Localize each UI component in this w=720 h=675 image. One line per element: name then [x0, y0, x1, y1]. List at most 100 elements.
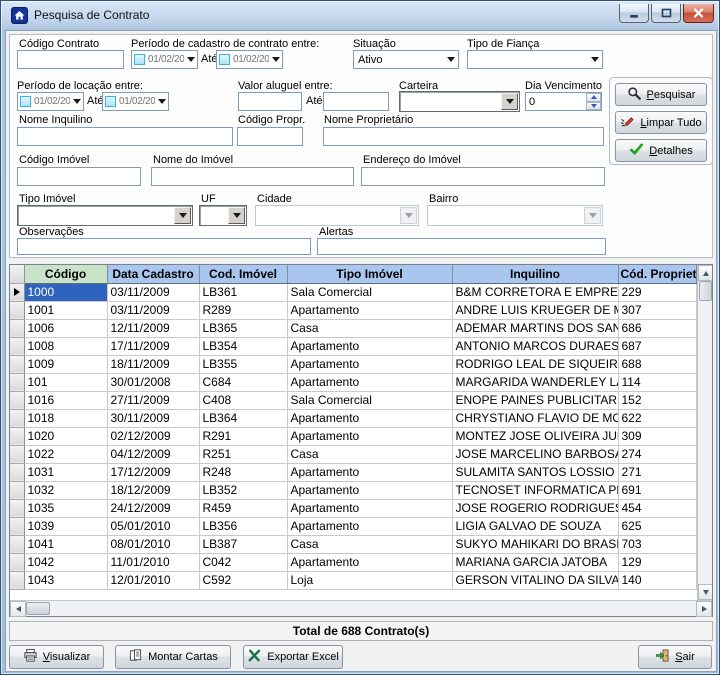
dia-vencimento-input[interactable] — [526, 93, 586, 110]
grid-cell[interactable]: C592 — [199, 571, 287, 589]
table-row[interactable]: 10130/01/2008C684ApartamentoMARGARIDA WA… — [10, 373, 696, 391]
chevron-down-icon[interactable] — [443, 51, 458, 68]
table-row[interactable]: 102002/12/2009R291ApartamentoMONTEZ JOSE… — [10, 427, 696, 445]
grid-cell[interactable]: R291 — [199, 427, 287, 445]
title-bar[interactable]: Pesquisa de Contrato — [1, 1, 719, 30]
grid-cell[interactable]: Apartamento — [287, 355, 452, 373]
maximize-button[interactable] — [651, 4, 681, 23]
grid-cell[interactable]: 04/12/2009 — [107, 445, 199, 463]
grid-cell[interactable]: TECNOSET INFORMATICA PR — [452, 481, 618, 499]
grid-cell[interactable]: Casa — [287, 319, 452, 337]
detalhes-button[interactable]: Detalhes — [615, 139, 707, 162]
grid-cell[interactable]: ADEMAR MARTINS DOS SANT — [452, 319, 618, 337]
grid-cell[interactable]: ANDRE LUIS KRUEGER DE M — [452, 301, 618, 319]
date-checkbox[interactable] — [20, 96, 31, 107]
date-checkbox[interactable] — [219, 54, 230, 65]
grid-cell[interactable]: Loja — [287, 571, 452, 589]
codigo-propr-input[interactable] — [237, 127, 303, 146]
row-indicator[interactable] — [10, 499, 24, 517]
grid-cell[interactable]: 1006 — [24, 319, 107, 337]
limpar-tudo-button[interactable]: Limpar Tudo — [615, 111, 707, 134]
table-row[interactable]: 103905/01/2010LB356ApartamentoLIGIA GALV… — [10, 517, 696, 535]
grid-cell[interactable]: Sala Comercial — [287, 283, 452, 301]
table-row[interactable]: 100103/11/2009R289ApartamentoANDRE LUIS … — [10, 301, 696, 319]
row-indicator[interactable] — [10, 391, 24, 409]
table-row[interactable]: 100918/11/2009LB355ApartamentoRODRIGO LE… — [10, 355, 696, 373]
scroll-down-button[interactable] — [698, 584, 713, 600]
grid-cell[interactable]: Apartamento — [287, 517, 452, 535]
row-indicator[interactable] — [10, 319, 24, 337]
grid-cell[interactable]: 1000 — [24, 283, 107, 301]
grid-cell[interactable]: 02/12/2009 — [107, 427, 199, 445]
grid-cell[interactable]: MARGARIDA WANDERLEY LA — [452, 373, 618, 391]
sair-button[interactable]: Sair — [638, 645, 712, 669]
table-row[interactable]: 102204/12/2009R251CasaJOSE MARCELINO BAR… — [10, 445, 696, 463]
grid-cell[interactable]: SUKYO MAHIKARI DO BRASIL — [452, 535, 618, 553]
grid-cell[interactable]: LB361 — [199, 283, 287, 301]
grid-cell[interactable]: 1031 — [24, 463, 107, 481]
row-indicator[interactable] — [10, 463, 24, 481]
grid-cell[interactable]: R459 — [199, 499, 287, 517]
grid-column-header[interactable]: Tipo Imóvel — [287, 265, 452, 283]
row-indicator[interactable] — [10, 553, 24, 571]
chevron-down-icon[interactable] — [174, 207, 191, 224]
grid-cell[interactable]: 27/11/2009 — [107, 391, 199, 409]
grid-column-header[interactable]: Data Cadastro — [107, 265, 199, 283]
date-checkbox[interactable] — [134, 54, 145, 65]
row-indicator[interactable] — [10, 373, 24, 391]
observacoes-input[interactable] — [17, 238, 311, 255]
grid-cell[interactable]: Apartamento — [287, 301, 452, 319]
grid-cell[interactable]: R248 — [199, 463, 287, 481]
spin-up-button[interactable] — [586, 93, 601, 102]
row-indicator[interactable] — [10, 535, 24, 553]
grid-cell[interactable]: CHRYSTIANO FLAVIO DE MO — [452, 409, 618, 427]
row-indicator[interactable] — [10, 481, 24, 499]
periodo-cadastro-to-picker[interactable]: 01/02/2013 — [216, 50, 283, 69]
grid-cell[interactable]: 274 — [618, 445, 696, 463]
grid-cell[interactable]: JOSE MARCELINO BARBOSA — [452, 445, 618, 463]
grid-cell[interactable]: 1008 — [24, 337, 107, 355]
grid-cell[interactable]: 686 — [618, 319, 696, 337]
row-indicator[interactable] — [10, 283, 24, 301]
grid-cell[interactable]: 03/11/2009 — [107, 283, 199, 301]
grid-cell[interactable]: 12/11/2009 — [107, 319, 199, 337]
row-indicator[interactable] — [10, 571, 24, 589]
grid-cell[interactable]: 1042 — [24, 553, 107, 571]
grid-cell[interactable]: 101 — [24, 373, 107, 391]
grid-cell[interactable]: 114 — [618, 373, 696, 391]
grid-column-header[interactable]: Inquilino — [452, 265, 618, 283]
grid-cell[interactable]: 1039 — [24, 517, 107, 535]
codigo-imovel-input[interactable] — [17, 167, 141, 186]
grid-cell[interactable]: R289 — [199, 301, 287, 319]
grid-cell[interactable]: JOSE ROGERIO RODRIGUES — [452, 499, 618, 517]
grid-cell[interactable]: 454 — [618, 499, 696, 517]
grid-cell[interactable]: 622 — [618, 409, 696, 427]
grid-cell[interactable]: LIGIA GALVAO DE SOUZA — [452, 517, 618, 535]
table-row[interactable]: 100612/11/2009LB365CasaADEMAR MARTINS DO… — [10, 319, 696, 337]
grid-cell[interactable]: Apartamento — [287, 337, 452, 355]
chevron-down-icon[interactable] — [158, 99, 166, 104]
nome-inquilino-input[interactable] — [17, 127, 233, 146]
nome-imovel-input[interactable] — [151, 167, 354, 186]
grid-cell[interactable]: Casa — [287, 445, 452, 463]
periodo-locacao-from-picker[interactable]: 01/02/2013 — [17, 92, 84, 111]
grid-cell[interactable]: Casa — [287, 535, 452, 553]
grid-cell[interactable]: 271 — [618, 463, 696, 481]
chevron-down-icon[interactable] — [228, 207, 245, 224]
periodo-locacao-to-picker[interactable]: 01/02/2013 — [102, 92, 169, 111]
table-row[interactable]: 104312/01/2010C592LojaGERSON VITALINO DA… — [10, 571, 696, 589]
row-indicator[interactable] — [10, 355, 24, 373]
row-indicator[interactable] — [10, 337, 24, 355]
chevron-down-icon[interactable] — [272, 57, 280, 62]
close-button[interactable] — [683, 4, 714, 23]
grid-cell[interactable]: 08/01/2010 — [107, 535, 199, 553]
table-row[interactable]: 104211/01/2010C042ApartamentoMARIANA GAR… — [10, 553, 696, 571]
horizontal-scroll-track[interactable] — [50, 601, 696, 616]
vertical-scroll-thumb[interactable] — [699, 281, 712, 301]
tipo-imovel-select[interactable] — [17, 205, 193, 226]
grid-cell[interactable]: 1009 — [24, 355, 107, 373]
scroll-left-button[interactable] — [10, 601, 26, 617]
grid-cell[interactable]: RODRIGO LEAL DE SIQUEIRA — [452, 355, 618, 373]
grid-cell[interactable]: 18/12/2009 — [107, 481, 199, 499]
grid-cell[interactable]: 03/11/2009 — [107, 301, 199, 319]
